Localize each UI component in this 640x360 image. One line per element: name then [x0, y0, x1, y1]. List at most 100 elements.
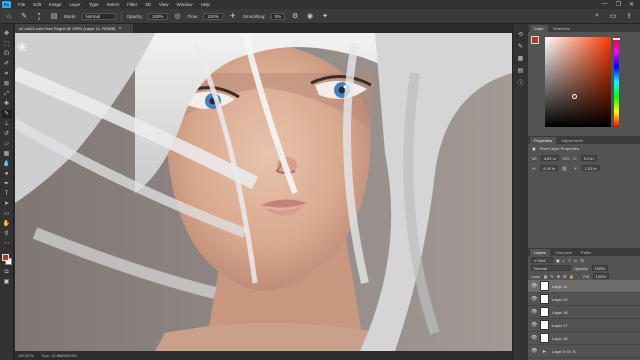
layer-row[interactable]: 👁 Layer 18	[528, 306, 640, 319]
menu-file[interactable]: File	[14, 2, 29, 7]
smoothing-field[interactable]: 0%	[270, 12, 286, 20]
x-field[interactable]: 0.2 in	[580, 155, 597, 161]
layer-name[interactable]: Layer 16	[552, 336, 568, 341]
brush-settings-icon[interactable]: ▤	[49, 11, 59, 21]
clone-stamp-tool-icon[interactable]: ⊥	[2, 120, 12, 128]
menu-image[interactable]: Image	[45, 2, 66, 7]
lock-artboard-icon[interactable]: ⊞	[563, 274, 566, 279]
menu-filter[interactable]: Filter	[123, 2, 141, 7]
menu-layer[interactable]: Layer	[66, 2, 85, 7]
pressure-size-icon[interactable]: ◉	[305, 11, 315, 21]
layer-row[interactable]: 👁 Layer 16	[528, 332, 640, 345]
hand-tool-icon[interactable]: ✋	[2, 220, 12, 228]
swatches-panel-icon[interactable]: ▦	[516, 54, 525, 62]
gradient-tool-icon[interactable]: ▦	[2, 150, 12, 158]
more-tools-icon[interactable]: ⋯	[2, 240, 12, 248]
type-tool-icon[interactable]: T	[2, 190, 12, 198]
history-panel-icon[interactable]: ⟲	[516, 30, 525, 38]
layer-row[interactable]: 👁 Layer 17	[528, 319, 640, 332]
marquee-tool-icon[interactable]: ⬚	[2, 40, 12, 48]
visibility-eye-icon[interactable]: 👁	[531, 335, 537, 341]
filter-adjustment-icon[interactable]: ◐	[563, 258, 565, 263]
menu-help[interactable]: Help	[197, 2, 214, 7]
layer-row[interactable]: 👁 Layer 11	[528, 280, 640, 293]
brush-panel-icon[interactable]: ✎	[516, 42, 525, 50]
blend-mode-dropdown[interactable]: Normal	[531, 265, 571, 271]
tab-properties[interactable]: Properties	[530, 137, 557, 144]
filter-shape-icon[interactable]: ▭	[574, 258, 578, 263]
menu-edit[interactable]: Edit	[29, 2, 45, 7]
menu-view[interactable]: View	[155, 2, 173, 7]
gear-icon[interactable]: ⚙	[290, 11, 300, 21]
quick-mask-icon[interactable]: ◘	[2, 268, 12, 276]
foreground-color-swatch[interactable]	[1, 254, 9, 261]
kind-filter-dropdown[interactable]: ⌕ Kind	[531, 257, 553, 263]
rectangle-tool-icon[interactable]: ▭	[2, 210, 12, 218]
layer-name[interactable]: Layer 11	[552, 284, 567, 289]
filter-smart-icon[interactable]: ⊡	[580, 258, 583, 263]
brush-tool-icon[interactable]: ✎	[1, 110, 12, 118]
layer-row[interactable]: 👁 Layer 20	[528, 293, 640, 306]
restore-button[interactable]: ❐	[616, 1, 621, 8]
lock-all-icon[interactable]: 🔒	[569, 274, 574, 279]
visibility-eye-icon[interactable]: 👁	[531, 283, 537, 289]
crop-tool-icon[interactable]: ⌗	[2, 70, 12, 78]
layer-name[interactable]: Layer 3 Gr. B	[552, 349, 576, 354]
screen-mode-icon[interactable]: ▣	[2, 278, 12, 286]
layer-comps-panel-icon[interactable]: ▤	[516, 66, 525, 74]
lasso-tool-icon[interactable]: ᘏ	[2, 50, 12, 58]
symmetry-icon[interactable]: ✦	[320, 11, 330, 21]
tab-color[interactable]: Color	[530, 25, 548, 32]
canvas[interactable]	[15, 33, 512, 351]
share-icon[interactable]: ⇪	[624, 11, 634, 21]
tab-channels[interactable]: Channels	[551, 249, 576, 256]
pressure-opacity-icon[interactable]: ◎	[173, 11, 183, 21]
layer-name[interactable]: Layer 17	[552, 323, 568, 328]
lock-pixels-icon[interactable]: ✎	[550, 274, 553, 279]
layer-name[interactable]: Layer 20	[552, 297, 568, 302]
workspace-icon[interactable]: ▭	[608, 11, 618, 21]
frame-tool-icon[interactable]: ⊠	[2, 80, 12, 88]
zoom-level[interactable]: 194.87%	[18, 353, 34, 358]
path-selection-tool-icon[interactable]: ➤	[2, 200, 12, 208]
fill-field[interactable]: 100%	[592, 273, 609, 279]
layer-group-row[interactable]: 👁 ▸ Layer 3 Gr. B	[528, 345, 640, 358]
visibility-eye-icon[interactable]: 👁	[531, 348, 537, 354]
menu-select[interactable]: Select	[103, 2, 124, 7]
close-tab-icon[interactable]: ×	[118, 26, 121, 32]
eyedropper-tool-icon[interactable]: ⤢	[2, 90, 12, 98]
layer-name[interactable]: Layer 18	[552, 310, 568, 315]
blur-tool-icon[interactable]: 💧	[2, 160, 12, 168]
info-panel-icon[interactable]: ⓘ	[516, 78, 525, 87]
hue-slider[interactable]	[614, 37, 619, 127]
layer-opacity-field[interactable]: 100%	[591, 265, 608, 271]
foreground-color-chip[interactable]	[531, 36, 539, 44]
flow-field[interactable]: 100%	[203, 12, 223, 20]
search-icon[interactable]: ⌕	[592, 11, 602, 21]
y-field[interactable]: 1.22 in	[581, 165, 600, 171]
h-field[interactable]: 4.93 in	[540, 165, 559, 171]
brush-tool-icon[interactable]: ✎	[19, 11, 29, 21]
history-brush-tool-icon[interactable]: ↺	[2, 130, 12, 138]
visibility-eye-icon[interactable]: 👁	[531, 309, 537, 315]
lock-transparent-icon[interactable]: ▦	[544, 274, 548, 279]
hue-slider-handle[interactable]	[613, 38, 620, 40]
color-picker-field[interactable]	[545, 37, 611, 127]
lock-position-icon[interactable]: ✥	[557, 274, 560, 279]
w-field[interactable]: 4.61 in	[540, 155, 559, 161]
menu-3d[interactable]: 3D	[141, 2, 155, 7]
healing-brush-tool-icon[interactable]: ✚	[2, 100, 12, 108]
brush-preset-picker[interactable]: ● 5	[34, 11, 44, 21]
opacity-field[interactable]: 100%	[148, 12, 168, 20]
filter-type-icon[interactable]: T	[568, 258, 570, 263]
document-tab[interactable]: a2 cat13 color face Regrid @ 195% (Layer…	[15, 24, 133, 33]
visibility-eye-icon[interactable]: 👁	[531, 322, 537, 328]
visibility-eye-icon[interactable]: 👁	[531, 296, 537, 302]
color-picker-cursor[interactable]	[572, 94, 577, 99]
tab-layers[interactable]: Layers	[530, 249, 551, 256]
quick-select-tool-icon[interactable]: ✐	[2, 60, 12, 68]
eraser-tool-icon[interactable]: ▱	[2, 140, 12, 148]
airbrush-icon[interactable]: ✈	[228, 11, 238, 21]
move-tool-icon[interactable]: ✥	[2, 30, 12, 38]
menu-window[interactable]: Window	[173, 2, 197, 7]
